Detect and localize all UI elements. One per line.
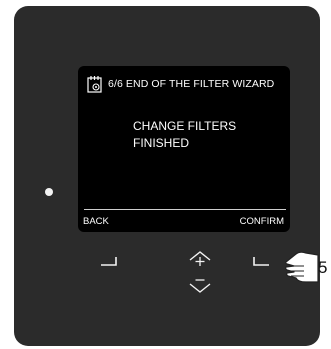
up-plus-button[interactable] [189,250,211,268]
softkey-divider [84,209,286,210]
up-plus-icon [189,251,211,266]
back-button[interactable] [100,256,118,266]
left-softkey-icon [101,257,117,266]
down-minus-button[interactable] [189,276,211,294]
pointing-hand-icon [285,251,319,283]
status-led [45,188,53,196]
right-softkey-icon [253,257,269,266]
screen-title-row: 6/6 END OF THE FILTER WIZARD [87,75,274,93]
message-line-2: FINISHED [133,136,190,150]
screen-title: 6/6 END OF THE FILTER WIZARD [108,78,275,90]
message-line-1: CHANGE FILTERS [133,119,237,133]
control-panel: 6/6 END OF THE FILTER WIZARD CHANGE FILT… [14,6,320,346]
screen-message: CHANGE FILTERS FINISHED [133,118,236,152]
confirm-button[interactable] [253,256,271,266]
pointing-hand [284,246,320,291]
calendar-settings-icon [87,76,102,93]
callout-number: 5 [318,258,328,277]
down-minus-icon [189,279,211,293]
display-screen: 6/6 END OF THE FILTER WIZARD CHANGE FILT… [78,66,290,232]
softkey-back-label: BACK [83,216,109,227]
softkey-confirm-label: CONFIRM [239,216,284,227]
